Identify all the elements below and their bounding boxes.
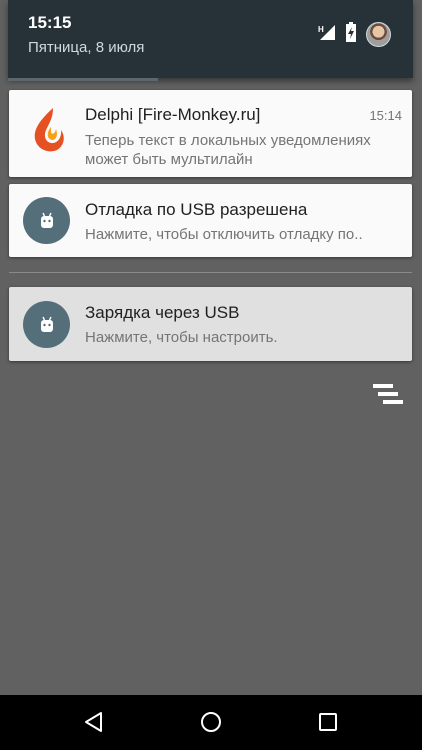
delphi-firemonkey-icon bbox=[31, 107, 67, 158]
signal-h-icon: H bbox=[318, 23, 336, 46]
section-divider bbox=[9, 272, 412, 273]
recents-icon[interactable] bbox=[313, 707, 343, 737]
user-avatar[interactable] bbox=[366, 22, 391, 47]
quick-settings-header[interactable]: 15:15 Пятница, 8 июля H bbox=[8, 0, 413, 78]
notification-usb-charging[interactable]: Зарядка через USB Нажмите, чтобы настрои… bbox=[9, 287, 412, 361]
notification-usb-debugging[interactable]: Отладка по USB разрешена Нажмите, чтобы … bbox=[9, 184, 412, 257]
notification-body: Нажмите, чтобы отключить отладку по.. bbox=[85, 226, 363, 243]
clear-all-icon[interactable] bbox=[373, 383, 405, 409]
scroll-indicator bbox=[8, 78, 158, 81]
back-icon[interactable] bbox=[79, 707, 109, 737]
date-label: Пятница, 8 июля bbox=[28, 39, 145, 56]
notification-title: Delphi [Fire-Monkey.ru] bbox=[85, 105, 261, 124]
notification-time: 15:14 bbox=[369, 108, 402, 123]
android-usb-icon bbox=[23, 301, 70, 348]
navigation-bar bbox=[0, 695, 422, 750]
clock-time: 15:15 bbox=[28, 13, 72, 32]
android-usb-icon bbox=[23, 197, 70, 244]
home-icon[interactable] bbox=[196, 707, 226, 737]
status-icons: H bbox=[318, 22, 391, 47]
battery-charging-icon bbox=[345, 22, 357, 47]
svg-text:H: H bbox=[318, 25, 324, 34]
notification-body-line: может быть мультилайн bbox=[85, 151, 253, 168]
notification-title: Зарядка через USB bbox=[85, 303, 240, 322]
notification-body: Нажмите, чтобы настроить. bbox=[85, 329, 278, 346]
notification-title: Отладка по USB разрешена bbox=[85, 200, 308, 219]
notification-delphi[interactable]: Delphi [Fire-Monkey.ru] 15:14 Теперь тек… bbox=[9, 90, 412, 177]
notification-body-line: Теперь текст в локальных уведомлениях bbox=[85, 132, 371, 149]
